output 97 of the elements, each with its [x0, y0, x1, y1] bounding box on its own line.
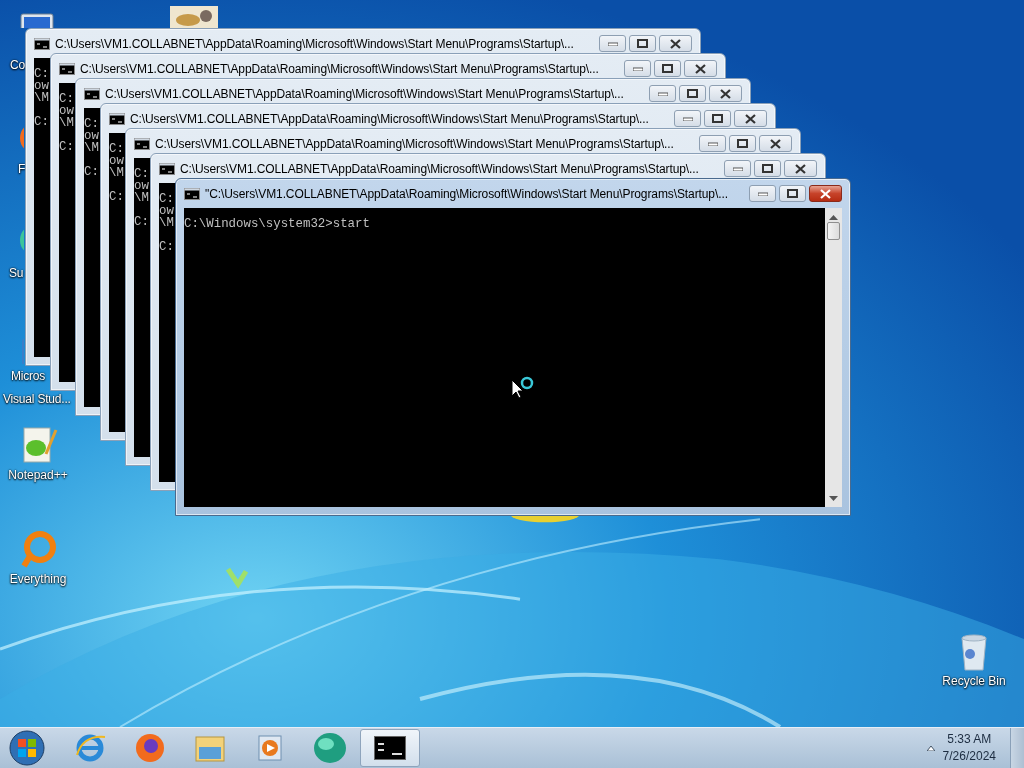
maximize-button[interactable]	[654, 60, 681, 77]
console-line: ow	[159, 205, 174, 217]
console-line: C:	[59, 93, 74, 105]
maximize-button[interactable]	[629, 35, 656, 52]
clock-time[interactable]: 5:33 AM	[947, 731, 992, 748]
console-line: C:\Windows\system32>start	[184, 218, 370, 230]
close-icon	[695, 63, 706, 74]
media-player-icon	[255, 733, 285, 763]
minimize-icon	[657, 91, 668, 96]
shortcut-label[interactable]: Su	[9, 266, 24, 280]
app-icon	[312, 731, 348, 765]
close-icon	[795, 163, 806, 174]
start-orb-icon	[7, 728, 47, 768]
window-title: C:\Users\VM1.COLLABNET\AppData\Roaming\Microsoft\Windows\Start Menu\Programs\Startup\...	[80, 61, 600, 76]
terminal-icon[interactable]	[159, 162, 175, 175]
shortcut-label[interactable]: Co	[10, 58, 25, 72]
window-title: "C:\Users\VM1.COLLABNET\AppData\Roaming\Microsoft\Windows\Start Menu\Programs\Startup\...	[205, 186, 729, 201]
terminal-icon[interactable]	[59, 62, 75, 75]
terminal-icon[interactable]	[184, 187, 200, 200]
console-line: ow	[134, 180, 149, 192]
close-button[interactable]	[659, 35, 692, 52]
close-button[interactable]	[684, 60, 717, 77]
console-line: C:	[34, 116, 49, 128]
maximize-icon	[662, 64, 673, 73]
scroll-down-icon[interactable]	[829, 496, 838, 502]
close-button[interactable]	[809, 185, 842, 202]
window-title: C:\Users\VM1.COLLABNET\AppData\Roaming\Microsoft\Windows\Start Menu\Programs\Startup\...	[180, 161, 700, 176]
console-line: C:	[109, 191, 124, 203]
tray-expand-icon[interactable]	[926, 745, 935, 751]
close-button[interactable]	[784, 160, 817, 177]
console-line: C:	[84, 118, 99, 130]
console-line: C:	[84, 166, 99, 178]
maximize-icon	[787, 189, 798, 198]
console-line: \M	[59, 117, 74, 129]
maximize-button[interactable]	[729, 135, 756, 152]
maximize-button[interactable]	[779, 185, 806, 202]
taskbar-button[interactable]	[360, 729, 420, 767]
shortcut-label[interactable]: F	[18, 162, 26, 176]
console-line: C:	[159, 241, 174, 253]
close-button[interactable]	[759, 135, 792, 152]
console-line: \M	[134, 192, 149, 204]
close-icon	[770, 138, 781, 149]
firefox-icon	[133, 731, 167, 765]
maximize-icon	[762, 164, 773, 173]
maximize-icon	[687, 89, 698, 98]
window-title: C:\Users\VM1.COLLABNET\AppData\Roaming\Microsoft\Windows\Start Menu\Programs\Startup\...	[155, 136, 675, 151]
minimize-icon	[632, 66, 643, 71]
maximize-button[interactable]	[704, 110, 731, 127]
console-line: C:	[109, 143, 124, 155]
terminal-icon[interactable]	[109, 112, 125, 125]
terminal-icon[interactable]	[134, 137, 150, 150]
console-line: ow	[34, 80, 49, 92]
shortcut-label[interactable]: Notepad++	[8, 468, 68, 482]
minimize-icon	[682, 116, 693, 121]
window-title: C:\Users\VM1.COLLABNET\AppData\Roaming\Microsoft\Windows\Start Menu\Programs\Startup\...	[130, 111, 650, 126]
close-button[interactable]	[709, 85, 742, 102]
close-icon	[820, 188, 831, 199]
close-icon	[745, 113, 756, 124]
shortcut-label[interactable]: Visual Stud...	[3, 392, 71, 406]
console-line: \M	[159, 217, 174, 229]
console-line: \M	[109, 167, 124, 179]
close-icon	[670, 38, 681, 49]
minimize-icon	[732, 166, 743, 171]
console-line: \M	[84, 142, 99, 154]
console-line: ow	[109, 155, 124, 167]
maximize-button[interactable]	[754, 160, 781, 177]
busy-cursor-icon	[511, 376, 535, 398]
console-line: C:	[159, 193, 174, 205]
maximize-icon	[637, 39, 648, 48]
shortcut-label[interactable]: Micros	[11, 369, 46, 383]
terminal-icon[interactable]	[34, 37, 50, 50]
minimize-icon	[757, 191, 768, 196]
scroll-up-icon[interactable]	[829, 214, 838, 220]
console-line: ow	[84, 130, 99, 142]
maximize-icon	[712, 114, 723, 123]
window-title: C:\Users\VM1.COLLABNET\AppData\Roaming\Microsoft\Windows\Start Menu\Programs\Startup\...	[105, 86, 625, 101]
scrollbar[interactable]	[825, 208, 842, 507]
close-button[interactable]	[734, 110, 767, 127]
console-line: C:	[134, 168, 149, 180]
shortcut-label[interactable]: Recycle Bin	[942, 674, 1006, 688]
terminal-icon	[374, 736, 406, 760]
console-line: C:	[59, 141, 74, 153]
console-line: ow	[59, 105, 74, 117]
clock-date[interactable]: 7/26/2024	[942, 748, 996, 765]
window-title: C:\Users\VM1.COLLABNET\AppData\Roaming\Microsoft\Windows\Start Menu\Programs\Startup\...	[55, 36, 575, 51]
shortcut-label[interactable]: Everything	[9, 572, 67, 586]
image-icon[interactable]	[170, 6, 218, 28]
minimize-icon	[707, 141, 718, 146]
console-line: \M	[34, 92, 49, 104]
maximize-button[interactable]	[679, 85, 706, 102]
console-line: C:	[134, 216, 149, 228]
close-icon	[720, 88, 731, 99]
console-line: C:	[34, 68, 49, 80]
scroll-thumb[interactable]	[827, 222, 840, 240]
minimize-icon	[607, 41, 618, 46]
maximize-icon	[737, 139, 748, 148]
terminal-icon[interactable]	[84, 87, 100, 100]
